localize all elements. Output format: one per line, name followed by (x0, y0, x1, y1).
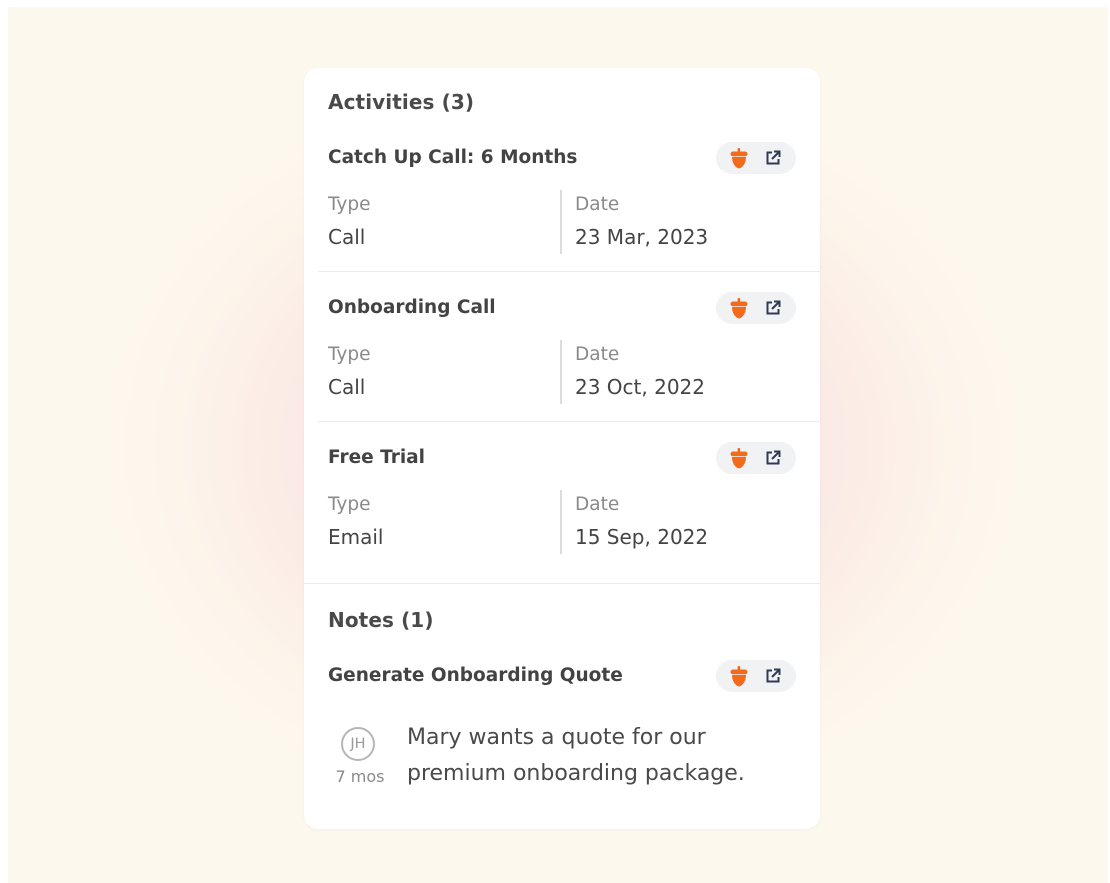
note-timestamp: 7 mos (335, 767, 385, 786)
activity-card: Activities (3) Catch Up Call: 6 Months T… (304, 68, 820, 829)
section-divider (304, 583, 820, 584)
acorn-icon[interactable] (728, 147, 750, 169)
type-value: Call (328, 375, 366, 399)
external-link-icon[interactable] (764, 149, 782, 167)
notes-header: Notes (1) (328, 608, 434, 632)
avatar: JH (341, 727, 375, 761)
activity-actions (716, 142, 796, 174)
external-link-icon[interactable] (764, 449, 782, 467)
type-value: Call (328, 225, 366, 249)
type-value: Email (328, 525, 384, 549)
date-value: 15 Sep, 2022 (575, 525, 709, 549)
divider (318, 421, 820, 422)
divider (318, 271, 820, 272)
date-value: 23 Mar, 2023 (575, 225, 709, 249)
type-label: Type (328, 494, 371, 515)
column-divider (560, 490, 562, 554)
column-divider (560, 190, 562, 254)
activity-actions (716, 442, 796, 474)
acorn-icon[interactable] (728, 665, 750, 687)
date-label: Date (575, 194, 620, 215)
activity-title: Onboarding Call (328, 297, 496, 318)
date-label: Date (575, 344, 620, 365)
acorn-icon[interactable] (728, 297, 750, 319)
type-label: Type (328, 194, 371, 215)
external-link-icon[interactable] (764, 299, 782, 317)
note-title: Generate Onboarding Quote (328, 665, 623, 686)
activity-title: Free Trial (328, 447, 425, 468)
activity-title: Catch Up Call: 6 Months (328, 147, 578, 168)
acorn-icon[interactable] (728, 447, 750, 469)
note-actions (716, 660, 796, 692)
type-label: Type (328, 344, 371, 365)
external-link-icon[interactable] (764, 667, 782, 685)
activity-actions (716, 292, 796, 324)
column-divider (560, 340, 562, 404)
activities-header: Activities (3) (328, 90, 475, 114)
note-body: Mary wants a quote for our premium onboa… (407, 725, 745, 786)
date-value: 23 Oct, 2022 (575, 375, 705, 399)
date-label: Date (575, 494, 620, 515)
